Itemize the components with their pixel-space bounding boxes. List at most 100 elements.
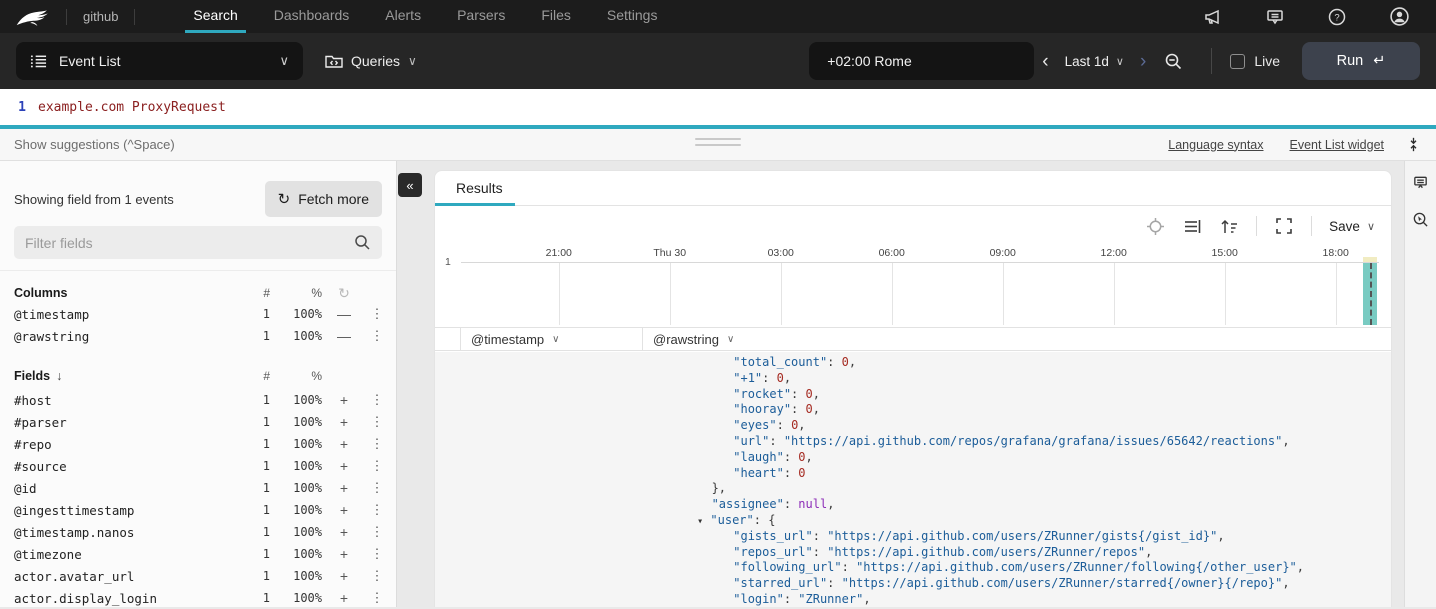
gridline	[892, 263, 893, 325]
field-count: 1	[236, 307, 270, 321]
refresh-columns-icon[interactable]: ↻	[322, 285, 366, 302]
query-editor[interactable]: 1 example.com ProxyRequest	[0, 89, 1436, 129]
panel-divider	[0, 270, 396, 271]
kebab-menu-icon[interactable]: ⋮	[366, 546, 388, 562]
kebab-menu-icon[interactable]: ⋮	[366, 502, 388, 518]
nav-divider	[66, 9, 67, 25]
field-percent: 100%	[270, 503, 322, 517]
field-action-button[interactable]: +	[322, 436, 366, 452]
inspect-search-icon[interactable]	[1411, 209, 1431, 229]
tab-results[interactable]: Results	[456, 180, 503, 196]
feedback-icon[interactable]	[1264, 6, 1286, 28]
field-action-button[interactable]: —	[322, 328, 366, 344]
run-button[interactable]: Run ↵	[1302, 42, 1420, 80]
field-percent: 100%	[270, 329, 322, 343]
sort-down-icon[interactable]: ↓	[56, 369, 62, 383]
field-percent: 100%	[270, 481, 322, 495]
kebab-menu-icon[interactable]: ⋮	[366, 458, 388, 474]
nav-item-parsers[interactable]: Parsers	[439, 0, 523, 33]
fetch-more-button[interactable]: ↻ Fetch more	[265, 181, 382, 217]
field-interactions-icon[interactable]	[1411, 173, 1431, 193]
field-row-@timezone[interactable]: @timezone1100%+⋮	[0, 543, 396, 565]
nav-item-settings[interactable]: Settings	[589, 0, 676, 33]
field-row-#host[interactable]: #host1100%+⋮	[0, 389, 396, 411]
repository-selector[interactable]: github	[79, 9, 122, 24]
live-checkbox[interactable]	[1230, 54, 1245, 69]
falcon-logo-icon[interactable]	[14, 4, 54, 30]
field-action-button[interactable]: +	[322, 568, 366, 584]
crosshair-icon[interactable]	[1145, 216, 1165, 236]
kebab-menu-icon[interactable]: ⋮	[366, 414, 388, 430]
collapse-panel-button[interactable]: «	[398, 173, 422, 197]
kebab-menu-icon[interactable]: ⋮	[366, 480, 388, 496]
nav-item-search[interactable]: Search	[175, 0, 255, 33]
time-range-picker[interactable]: Last 1d ∨	[1057, 54, 1132, 69]
kebab-menu-icon[interactable]: ⋮	[366, 590, 388, 606]
field-action-button[interactable]: +	[322, 546, 366, 562]
sort-ascending-icon[interactable]	[1219, 216, 1239, 236]
field-action-button[interactable]: +	[322, 502, 366, 518]
field-row-#repo[interactable]: #repo1100%+⋮	[0, 433, 396, 455]
kebab-menu-icon[interactable]: ⋮	[366, 392, 388, 408]
language-syntax-link[interactable]: Language syntax	[1168, 138, 1263, 152]
field-row-#source[interactable]: #source1100%+⋮	[0, 455, 396, 477]
account-icon[interactable]	[1388, 6, 1410, 28]
field-action-button[interactable]: +	[322, 480, 366, 496]
json-line: "starred_url": "https://api.github.com/u…	[661, 576, 1391, 592]
fullscreen-icon[interactable]	[1274, 216, 1294, 236]
histogram-bar[interactable]	[1363, 263, 1377, 325]
queries-button[interactable]: Queries ∨	[325, 53, 417, 69]
field-action-button[interactable]: +	[322, 392, 366, 408]
field-action-button[interactable]: +	[322, 458, 366, 474]
column-header-rawstring[interactable]: @rawstring ∨	[643, 328, 1391, 350]
primary-nav: SearchDashboardsAlertsParsersFilesSettin…	[175, 0, 675, 33]
field-action-button[interactable]: +	[322, 590, 366, 606]
help-icon[interactable]: ?	[1326, 6, 1348, 28]
field-row-@id[interactable]: @id1100%+⋮	[0, 477, 396, 499]
filter-fields-input[interactable]	[25, 235, 354, 251]
kebab-menu-icon[interactable]: ⋮	[366, 328, 388, 344]
nav-item-alerts[interactable]: Alerts	[367, 0, 439, 33]
field-action-button[interactable]: +	[322, 414, 366, 430]
event-list-widget-link[interactable]: Event List widget	[1290, 138, 1385, 152]
widget-selector[interactable]: Event List ∨	[16, 42, 303, 80]
rawstring-json: "total_count": 0, "+1": 0, "rocket": 0, …	[643, 352, 1391, 607]
field-action-button[interactable]: —	[322, 306, 366, 322]
column-header-timestamp[interactable]: @timestamp ∨	[461, 328, 643, 350]
nav-item-files[interactable]: Files	[523, 0, 589, 33]
chart-plot-area[interactable]	[461, 262, 1379, 325]
collapse-vertical-icon[interactable]	[1404, 136, 1422, 154]
timezone-selector[interactable]: +02:00 Rome	[809, 42, 1034, 80]
field-row-@ingesttimestamp[interactable]: @ingesttimestamp1100%+⋮	[0, 499, 396, 521]
field-row-@rawstring[interactable]: @rawstring1100%—⋮	[0, 325, 396, 347]
field-percent: 100%	[270, 547, 322, 561]
field-name: #source	[14, 459, 236, 474]
field-row-@timestamp[interactable]: @timestamp1100%—⋮	[0, 303, 396, 325]
json-line: "+1": 0,	[661, 371, 1391, 387]
zoom-out-icon[interactable]	[1154, 52, 1193, 71]
field-percent: 100%	[270, 525, 322, 539]
field-row-@timestamp.nanos[interactable]: @timestamp.nanos1100%+⋮	[0, 521, 396, 543]
kebab-menu-icon[interactable]: ⋮	[366, 568, 388, 584]
splitter-drag-handle[interactable]	[695, 138, 741, 150]
time-prev-button[interactable]: ‹	[1034, 52, 1056, 71]
chevron-down-icon: ∨	[1367, 220, 1375, 233]
event-density-icon[interactable]	[1182, 216, 1202, 236]
timeline-chart[interactable]: 21:00Thu 3003:0006:0009:0012:0015:0018:0…	[435, 247, 1391, 325]
field-row-actor.avatar_url[interactable]: actor.avatar_url1100%+⋮	[0, 565, 396, 587]
field-row-#parser[interactable]: #parser1100%+⋮	[0, 411, 396, 433]
collapse-left-icon: «	[406, 178, 413, 193]
save-button[interactable]: Save ∨	[1329, 219, 1375, 234]
event-row[interactable]: "total_count": 0, "+1": 0, "rocket": 0, …	[435, 352, 1391, 607]
time-next-button[interactable]: ›	[1132, 52, 1154, 71]
kebab-menu-icon[interactable]: ⋮	[366, 436, 388, 452]
kebab-menu-icon[interactable]: ⋮	[366, 306, 388, 322]
nav-item-dashboards[interactable]: Dashboards	[256, 0, 368, 33]
announcements-icon[interactable]	[1202, 6, 1224, 28]
field-row-actor.display_login[interactable]: actor.display_login1100%+⋮	[0, 587, 396, 609]
field-action-button[interactable]: +	[322, 524, 366, 540]
return-icon: ↵	[1373, 53, 1385, 69]
kebab-menu-icon[interactable]: ⋮	[366, 524, 388, 540]
x-tick-label: 21:00	[546, 247, 572, 259]
percent-header: %	[270, 286, 322, 300]
